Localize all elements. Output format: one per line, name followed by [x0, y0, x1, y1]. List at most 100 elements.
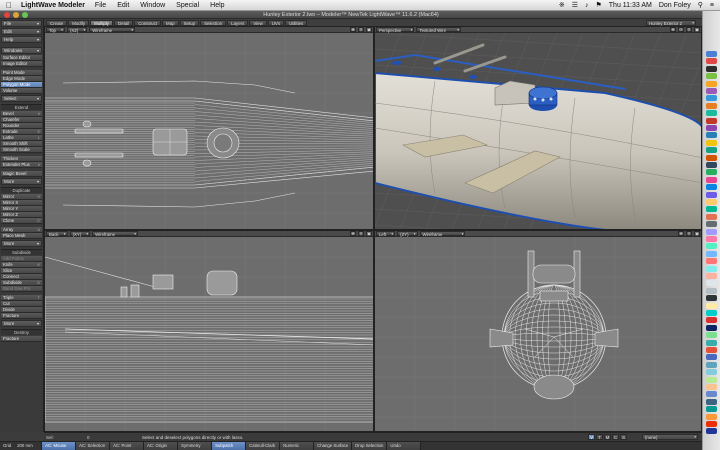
wifi-icon[interactable]: ☰	[572, 1, 578, 9]
change-surface-toggle[interactable]: Change Surface	[314, 442, 353, 450]
tab-layers[interactable]: Layers	[227, 19, 249, 26]
tab-setup[interactable]: Setup	[179, 19, 200, 26]
tab-uvs[interactable]: UVs	[267, 19, 285, 26]
tab-modify[interactable]: Modify	[68, 19, 90, 26]
list-icon[interactable]: ≡	[710, 2, 714, 9]
maximize-view-icon[interactable]: ▣	[366, 231, 372, 236]
fracture-button[interactable]: Fracture	[1, 336, 42, 342]
apple-icon[interactable]: 	[6, 1, 12, 10]
clone-button[interactable]: Clone C	[1, 218, 42, 224]
edit-dropdown[interactable]: Edit	[1, 28, 42, 35]
help-dropdown[interactable]: Help	[1, 36, 42, 43]
tab-create[interactable]: Create	[46, 19, 68, 26]
viewport-top[interactable]: Top (XZ) Wireframe ✥ ⚲ ▣	[44, 26, 374, 230]
clock[interactable]: Thu 11:33 AM	[609, 2, 652, 9]
dock-app-icon[interactable]	[706, 243, 717, 250]
band-saw-pro-button[interactable]: Band Saw Pro	[1, 286, 42, 292]
viewport-left[interactable]: Left (ZY) Wireframe ✥ ⚲ ▣	[374, 230, 702, 432]
dock-app-icon[interactable]	[706, 117, 717, 124]
select-dropdown[interactable]: Select	[1, 95, 42, 102]
render-mode-dropdown[interactable]: Wireframe	[89, 27, 136, 33]
dock-app-icon[interactable]	[706, 391, 717, 398]
menu-special[interactable]: Special	[176, 2, 199, 9]
dock-app-icon[interactable]	[706, 51, 717, 57]
move-view-icon[interactable]: ✥	[350, 231, 356, 236]
dock-app-icon[interactable]	[706, 199, 717, 205]
dock-app-icon[interactable]	[706, 339, 717, 346]
maximize-view-icon[interactable]: ▣	[366, 27, 372, 32]
dock-app-icon[interactable]	[706, 265, 717, 272]
viewport-back[interactable]: Back (XY) Wireframe ✥ ⚲ ▣	[44, 230, 374, 432]
magic-bevel-button[interactable]: Magic Bevel	[1, 171, 42, 177]
vmap-mode-dropdown[interactable]: (none)	[642, 434, 698, 440]
dock-app-icon[interactable]	[706, 236, 717, 242]
dock-app-icon[interactable]	[706, 258, 717, 265]
menu-help[interactable]: Help	[210, 2, 224, 9]
dock-app-icon[interactable]	[706, 376, 717, 383]
more-subdivide-dropdown[interactable]: More	[1, 320, 42, 327]
spotlight-icon[interactable]: ⚲	[698, 1, 703, 9]
file-dropdown[interactable]: File	[1, 20, 42, 27]
numeric-toggle[interactable]: Numeric	[280, 442, 315, 450]
view-tool-t[interactable]: T	[596, 434, 603, 440]
rotate-view-icon[interactable]: ⟳	[678, 27, 684, 32]
fracture-button[interactable]: Fracture	[1, 313, 42, 319]
dock-app-icon[interactable]	[706, 65, 717, 72]
dock-app-icon[interactable]	[706, 398, 717, 405]
volume-button[interactable]: Volume	[1, 88, 42, 94]
dock-app-icon[interactable]	[706, 347, 717, 353]
view-axis-dropdown[interactable]: (XZ)	[66, 27, 88, 33]
dock-app-icon[interactable]	[706, 95, 717, 102]
dock-app-icon[interactable]	[706, 354, 717, 361]
app-menu[interactable]: LightWave Modeler	[21, 2, 85, 9]
volume-icon[interactable]: ♪	[585, 2, 589, 9]
smooth-scale-button[interactable]: Smooth Scale	[1, 147, 42, 153]
tab-map[interactable]: Map	[162, 19, 179, 26]
dock-app-icon[interactable]	[706, 162, 717, 168]
render-mode-dropdown[interactable]: Textured Wire	[416, 27, 461, 33]
dock-app-icon[interactable]	[706, 139, 717, 146]
move-view-icon[interactable]: ✥	[678, 231, 684, 236]
dock-app-icon[interactable]	[706, 361, 717, 368]
dock-app-icon[interactable]	[706, 406, 717, 413]
dock-app-icon[interactable]	[706, 169, 717, 176]
dock-app-icon[interactable]	[706, 287, 717, 294]
dock-app-icon[interactable]	[706, 176, 717, 183]
dock-app-icon[interactable]	[706, 324, 717, 331]
dock-app-icon[interactable]	[706, 147, 717, 154]
viewport-perspective[interactable]: Perspective Textured Wire ✥ ⟳ ⚲ ▣	[374, 26, 702, 230]
move-view-icon[interactable]: ✥	[350, 27, 356, 32]
render-mode-dropdown[interactable]: Wireframe	[92, 231, 138, 237]
dock-app-icon[interactable]	[706, 88, 717, 94]
dock-app-icon[interactable]	[706, 428, 717, 435]
maximize-view-icon[interactable]: ▣	[694, 27, 700, 32]
more-extend-dropdown[interactable]: More	[1, 178, 42, 185]
dock-app-icon[interactable]	[706, 280, 717, 287]
extender-plus-button[interactable]: Extender Plus e	[1, 162, 42, 168]
dock-app-icon[interactable]	[706, 154, 717, 161]
view-tool-m[interactable]: M	[604, 434, 611, 440]
tab-utilities[interactable]: Utilities	[285, 19, 308, 26]
dock-app-icon[interactable]	[706, 295, 717, 302]
ac-mouse-toggle[interactable]: AC: Mouse	[42, 442, 77, 450]
dock-app-icon[interactable]	[706, 80, 717, 87]
dock-app-icon[interactable]	[706, 73, 717, 80]
view-type-dropdown[interactable]: Top	[46, 27, 65, 33]
dock-app-icon[interactable]	[706, 421, 717, 427]
catmull-clark-toggle[interactable]: Catmull-Clark	[246, 442, 281, 450]
bluetooth-icon[interactable]: ※	[559, 1, 565, 9]
view-type-dropdown[interactable]: Perspective	[376, 27, 415, 33]
dock-app-icon[interactable]	[706, 310, 717, 316]
windows-dropdown[interactable]: Windows	[1, 47, 42, 54]
ac-selection-toggle[interactable]: AC: Selection	[76, 442, 111, 450]
dock-app-icon[interactable]	[706, 384, 717, 390]
dock-app-icon[interactable]	[706, 125, 717, 131]
menu-file[interactable]: File	[95, 2, 106, 9]
place-mesh-button[interactable]: Place Mesh	[1, 233, 42, 239]
view-axis-dropdown[interactable]: (ZY)	[397, 231, 418, 237]
image-editor-button[interactable]: Image Editor	[1, 61, 42, 67]
menu-window[interactable]: Window	[140, 2, 165, 9]
dock-app-icon[interactable]	[706, 102, 717, 109]
dock-app-icon[interactable]	[706, 413, 717, 420]
tab-view[interactable]: View	[249, 19, 267, 26]
